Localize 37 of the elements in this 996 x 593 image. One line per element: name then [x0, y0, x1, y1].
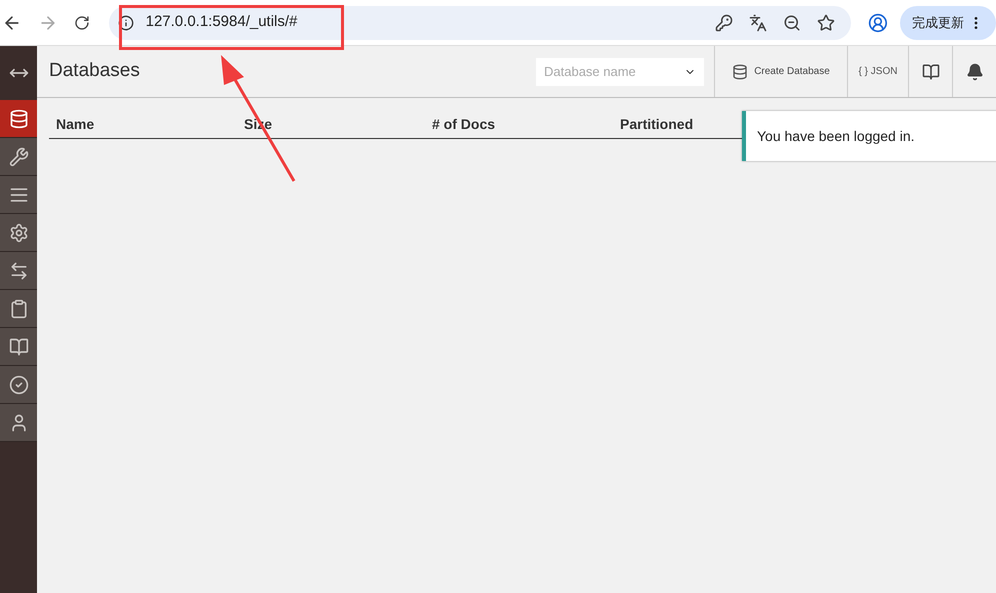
database-icon	[8, 108, 28, 128]
column-header: Partitioned	[619, 115, 694, 134]
book-icon	[922, 62, 940, 80]
page-title: Databases	[49, 59, 140, 84]
key-icon[interactable]	[715, 14, 734, 32]
sidebar-item[interactable]	[0, 328, 37, 366]
url-text: 127.0.0.1:5984/_utils/#	[146, 12, 298, 32]
create-database-button[interactable]: Create Database	[714, 46, 847, 97]
sidebar-item[interactable]	[0, 100, 37, 138]
toast-message: You have been logged in.	[757, 126, 915, 146]
profile-icon[interactable]	[868, 12, 888, 32]
sidebar-item[interactable]	[0, 290, 37, 328]
arrows-icon	[8, 260, 28, 280]
address-bar[interactable]: 127.0.0.1:5984/_utils/#	[108, 6, 852, 40]
check-circle-icon	[8, 374, 28, 394]
database-search-field[interactable]: Database name	[536, 58, 704, 86]
sidebar-item[interactable]	[0, 366, 37, 404]
bookmark-star-icon[interactable]	[817, 14, 836, 32]
column-header: Name	[55, 115, 96, 134]
zoom-out-icon[interactable]	[783, 14, 802, 32]
clipboard-icon	[8, 298, 28, 318]
site-info-icon[interactable]	[118, 14, 134, 30]
sidebar-item[interactable]	[0, 252, 37, 290]
settings-icon	[8, 222, 28, 242]
sidebar-item[interactable]	[0, 214, 37, 252]
wrench-icon	[8, 146, 28, 166]
update-button[interactable]: 完成更新	[900, 6, 996, 40]
book-icon	[8, 336, 28, 356]
column-header: # of Docs	[431, 115, 496, 134]
bell-icon	[966, 62, 984, 80]
json-button[interactable]: { } JSON	[847, 46, 908, 97]
reload-icon[interactable]	[74, 14, 90, 30]
database-icon	[732, 64, 748, 80]
sidebar-item[interactable]	[0, 176, 37, 214]
translate-icon[interactable]	[749, 14, 768, 32]
sidebar-item[interactable]	[0, 138, 37, 176]
sidebar-item[interactable]	[0, 404, 37, 442]
